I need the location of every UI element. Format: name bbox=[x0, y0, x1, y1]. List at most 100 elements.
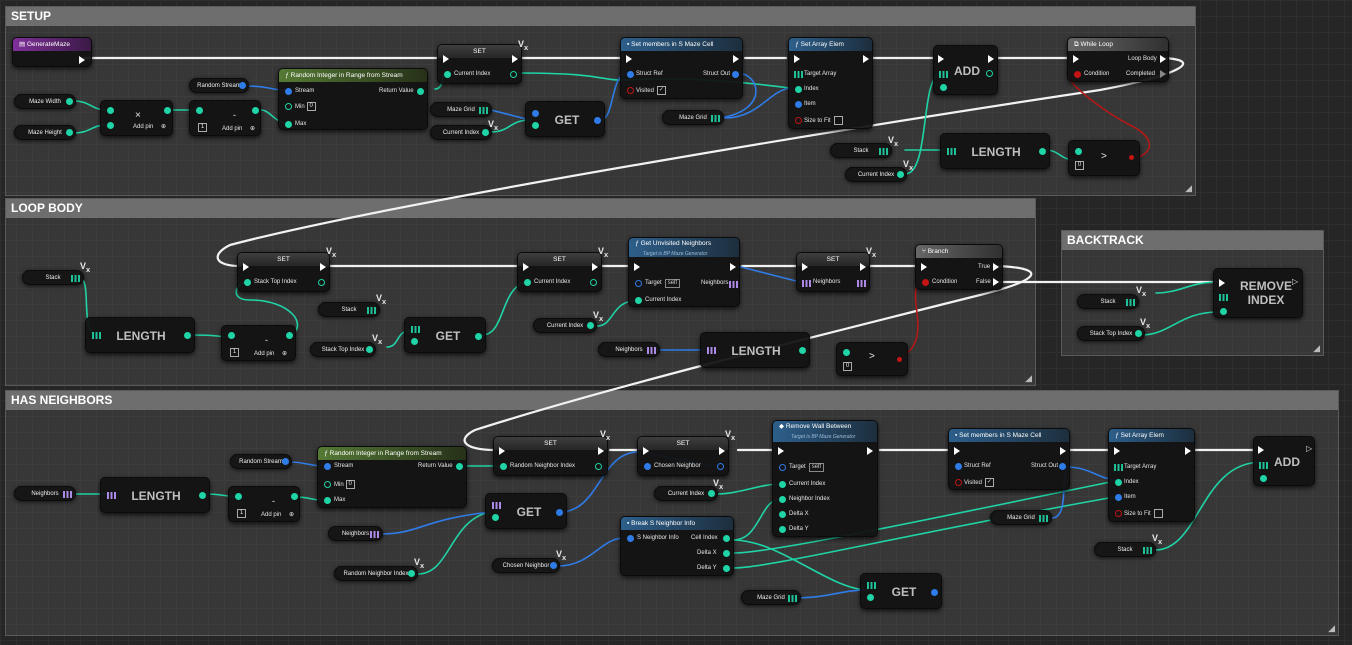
pin-array[interactable] bbox=[532, 110, 539, 117]
exec-in-pin[interactable] bbox=[938, 55, 944, 63]
exec-in-pin[interactable] bbox=[626, 55, 632, 63]
exec-in-pin[interactable] bbox=[802, 263, 808, 271]
variable-stack[interactable]: Stack bbox=[22, 270, 84, 285]
pin-out[interactable] bbox=[282, 458, 289, 465]
random-integer-node[interactable]: ƒ Random Integer in Range from Stream Str… bbox=[317, 446, 467, 508]
event-node-generate-maze[interactable]: ▤ GenerateMaze bbox=[12, 37, 92, 67]
variable-stack[interactable]: Stack bbox=[830, 143, 892, 158]
exec-out-pin[interactable] bbox=[863, 55, 869, 63]
exec-out-pin[interactable] bbox=[592, 263, 598, 271]
exec-in-pin[interactable] bbox=[921, 263, 927, 271]
exec-out-pin[interactable] bbox=[867, 447, 873, 455]
pin-current-index[interactable] bbox=[635, 297, 642, 304]
get-array-node[interactable]: GET bbox=[860, 573, 942, 609]
exec-in-pin[interactable] bbox=[1073, 55, 1079, 63]
add-pin-label[interactable]: Add pin bbox=[254, 350, 274, 358]
exec-loop-body-pin[interactable] bbox=[1160, 55, 1166, 63]
exec-in-pin[interactable] bbox=[1258, 446, 1264, 454]
pin-a[interactable] bbox=[196, 107, 203, 114]
pin-out[interactable] bbox=[475, 333, 482, 340]
add-pin-label[interactable]: Add pin bbox=[222, 125, 242, 133]
pin-current-index[interactable] bbox=[779, 481, 786, 488]
self-box[interactable]: self bbox=[664, 279, 681, 288]
pin-out[interactable] bbox=[556, 509, 563, 516]
set-current-index-node[interactable]: SET Current Index bbox=[437, 44, 522, 84]
exec-in-pin[interactable] bbox=[1219, 279, 1225, 287]
exec-false-pin[interactable] bbox=[993, 278, 999, 286]
pin-delta-x[interactable] bbox=[723, 550, 730, 557]
array-icon[interactable] bbox=[947, 148, 956, 155]
while-loop-node[interactable]: ⧉ While Loop Condition Loop Body Complet… bbox=[1067, 37, 1169, 82]
pin-max[interactable] bbox=[285, 121, 292, 128]
set-chosen-neighbor-node[interactable]: SET Chosen Neighbor bbox=[637, 436, 729, 476]
pin-b-default[interactable]: 1 bbox=[196, 123, 207, 132]
array-icon[interactable] bbox=[857, 280, 866, 287]
pin-out[interactable] bbox=[510, 71, 517, 78]
value-box[interactable]: 0 bbox=[306, 102, 316, 111]
pin-b-default[interactable]: 1 bbox=[228, 348, 239, 357]
array-icon[interactable] bbox=[1114, 464, 1123, 471]
array-icon[interactable] bbox=[411, 326, 420, 333]
pin-min[interactable] bbox=[324, 481, 331, 488]
pin-out[interactable] bbox=[897, 357, 902, 362]
greater-than-node[interactable]: 0 > bbox=[1068, 140, 1140, 176]
set-array-elem-node[interactable]: ƒ Set Array Elem Target Array Index Item … bbox=[788, 37, 873, 129]
exec-out-pin[interactable] bbox=[1185, 447, 1191, 455]
pin-return[interactable] bbox=[417, 88, 424, 95]
pin-out[interactable] bbox=[550, 562, 557, 569]
pin-out[interactable] bbox=[590, 279, 597, 286]
pin-b-default[interactable]: 1 bbox=[235, 509, 246, 518]
variable-maze-height[interactable]: Maze Height bbox=[14, 125, 76, 140]
pin-delta-y[interactable] bbox=[723, 565, 730, 572]
value-box[interactable]: 1 bbox=[237, 509, 246, 518]
exec-in-pin[interactable] bbox=[499, 447, 505, 455]
variable-neighbors[interactable]: Neighbors bbox=[14, 486, 76, 501]
subtract-node[interactable]: - 1 Add pin ⊕ bbox=[189, 100, 261, 136]
pin-stream[interactable] bbox=[324, 463, 331, 470]
pin-a[interactable] bbox=[107, 107, 114, 114]
pin-index[interactable] bbox=[532, 122, 539, 129]
exec-out-outline-icon[interactable]: ▷ bbox=[1306, 445, 1312, 453]
size-to-fit-checkbox[interactable] bbox=[833, 116, 843, 125]
add-pin-icon[interactable]: ⊕ bbox=[161, 123, 166, 131]
set-members-maze-cell-node[interactable]: ▪ Set members in S Maze Cell Struct Ref … bbox=[948, 428, 1070, 490]
pin-return[interactable] bbox=[456, 463, 463, 470]
set-current-index-node[interactable]: SET Current Index bbox=[517, 252, 602, 292]
variable-current-index-2[interactable]: Current Index bbox=[845, 167, 907, 182]
pin-delta-y[interactable] bbox=[779, 526, 786, 533]
pin-index[interactable] bbox=[1220, 308, 1227, 315]
variable-stack[interactable]: Stack bbox=[1077, 294, 1139, 309]
pin-out[interactable] bbox=[1129, 155, 1134, 160]
pin-max[interactable] bbox=[324, 497, 331, 504]
variable-maze-grid-2[interactable]: Maze Grid bbox=[990, 510, 1052, 525]
pin-condition[interactable] bbox=[922, 279, 929, 286]
pin-out[interactable] bbox=[286, 332, 293, 339]
pin-in[interactable] bbox=[244, 279, 251, 286]
pin-out[interactable] bbox=[291, 493, 298, 500]
self-box[interactable]: self bbox=[808, 463, 825, 472]
length-node[interactable]: LENGTH bbox=[940, 133, 1050, 169]
value-box[interactable]: 0 bbox=[345, 480, 355, 489]
variable-maze-grid[interactable]: Maze Grid bbox=[741, 590, 801, 605]
variable-chosen-neighbor[interactable]: Chosen Neighbor bbox=[492, 558, 560, 573]
pin-out[interactable] bbox=[717, 463, 724, 470]
pin-index[interactable] bbox=[867, 594, 874, 601]
variable-random-stream[interactable]: Random Stream bbox=[189, 78, 249, 93]
set-array-elem-node[interactable]: ƒ Set Array Elem Target Array Index Item … bbox=[1108, 428, 1195, 522]
pin-in[interactable] bbox=[644, 463, 651, 470]
array-icon[interactable] bbox=[802, 280, 811, 287]
exec-in-pin[interactable] bbox=[523, 263, 529, 271]
length-node[interactable]: LENGTH bbox=[85, 317, 195, 353]
pin-out[interactable] bbox=[318, 279, 325, 286]
array-icon[interactable] bbox=[794, 71, 803, 78]
pin-struct-out[interactable] bbox=[1059, 463, 1066, 470]
exec-out-pin[interactable] bbox=[79, 56, 85, 64]
add-pin-label[interactable]: Add pin bbox=[133, 123, 153, 131]
set-stack-top-index-node[interactable]: SET Stack Top Index bbox=[237, 252, 330, 292]
pin-min[interactable] bbox=[285, 103, 292, 110]
pin-index[interactable] bbox=[1115, 479, 1122, 486]
pin-item[interactable] bbox=[795, 101, 802, 108]
pin-out[interactable] bbox=[199, 492, 206, 499]
subtract-node[interactable]: - 1 Add pin ⊕ bbox=[221, 325, 296, 361]
variable-maze-grid-2[interactable]: Maze Grid bbox=[662, 110, 724, 125]
